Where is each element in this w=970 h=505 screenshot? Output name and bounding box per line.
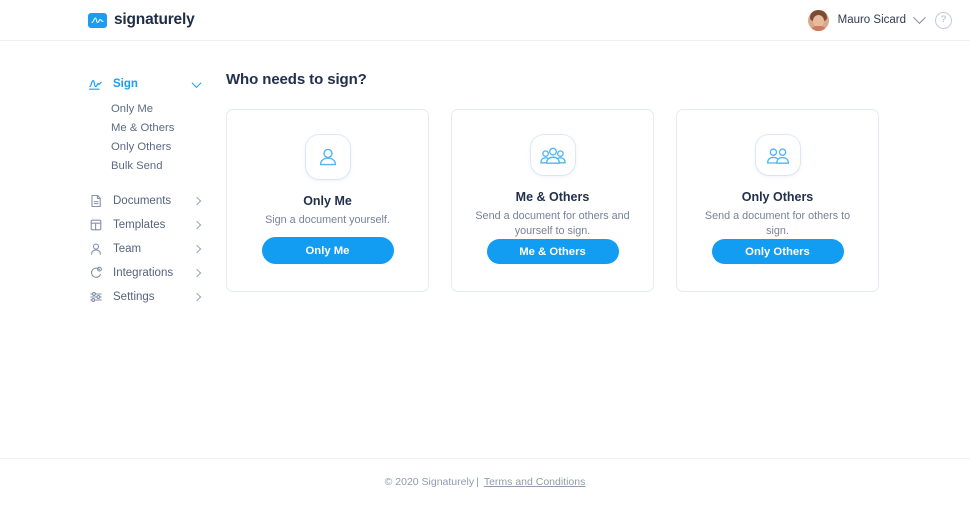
- signature-logo-icon: [88, 12, 107, 28]
- chevron-right-icon[interactable]: [192, 268, 202, 278]
- document-icon: [88, 194, 103, 209]
- card-description: Sign a document yourself.: [265, 214, 390, 226]
- avatar[interactable]: [807, 9, 829, 31]
- sliders-icon: [88, 290, 103, 305]
- chevron-right-icon[interactable]: [192, 220, 202, 230]
- three-people-icon: [530, 135, 575, 176]
- app-root: signaturely Mauro Sicard ? Sign Only Me …: [0, 0, 970, 505]
- chevron-right-icon[interactable]: [192, 292, 202, 302]
- user-icon: [88, 242, 103, 257]
- user-name: Mauro Sicard: [837, 14, 906, 26]
- sidebar-item-integrations[interactable]: Integrations: [0, 261, 226, 285]
- sidebar-subitem-only-me[interactable]: Only Me: [0, 99, 226, 118]
- single-person-icon: [305, 135, 350, 179]
- sidebar-item-settings[interactable]: Settings: [0, 285, 226, 309]
- sidebar-subitem-bulk-send[interactable]: Bulk Send: [0, 156, 226, 175]
- chevron-down-icon[interactable]: [913, 10, 926, 24]
- card-only-me[interactable]: Only Me Sign a document yourself. Only M…: [226, 109, 429, 292]
- chevron-right-icon[interactable]: [192, 244, 202, 254]
- two-people-icon: [755, 135, 800, 176]
- sidebar-item-label: Settings: [113, 291, 155, 303]
- chevron-right-icon[interactable]: [192, 196, 202, 206]
- body-area: Sign Only Me Me & Others Only Others Bul…: [0, 41, 970, 458]
- card-description: Send a document for others to sign.: [704, 210, 851, 238]
- sidebar-subitem-only-others[interactable]: Only Others: [0, 137, 226, 156]
- sidebar-subnav-sign: Only Me Me & Others Only Others Bulk Sen…: [0, 99, 226, 175]
- sidebar-subitem-me-and-others[interactable]: Me & Others: [0, 118, 226, 137]
- card-only-others[interactable]: Only Others Send a document for others t…: [676, 109, 879, 292]
- brand-name: signaturely: [114, 11, 195, 28]
- card-title: Me & Others: [515, 190, 590, 205]
- sidebar: Sign Only Me Me & Others Only Others Bul…: [0, 41, 226, 458]
- chevron-down-icon[interactable]: [191, 77, 202, 88]
- sidebar-subitem-label: Only Me: [111, 102, 154, 115]
- sidebar-item-team[interactable]: Team: [0, 237, 226, 261]
- footer-separator: |: [476, 476, 479, 488]
- sidebar-item-sign[interactable]: Sign: [0, 72, 226, 96]
- sidebar-item-label: Documents: [113, 195, 172, 207]
- only-others-button[interactable]: Only Others: [711, 239, 844, 264]
- me-and-others-button[interactable]: Me & Others: [486, 239, 619, 264]
- templates-grid-icon: [88, 218, 103, 233]
- card-title: Only Others: [741, 190, 814, 205]
- sidebar-subitem-label: Bulk Send: [111, 159, 163, 172]
- app-footer: © 2020 Signaturely | Terms and Condition…: [0, 458, 970, 505]
- help-circle-icon[interactable]: ?: [935, 11, 952, 29]
- sidebar-item-label: Sign: [113, 78, 138, 90]
- brand-logo[interactable]: signaturely: [88, 11, 195, 29]
- page-title: Who needs to sign?: [226, 71, 367, 88]
- header-right-group: Mauro Sicard ?: [807, 9, 952, 31]
- card-description: Send a document for others and yourself …: [475, 210, 630, 238]
- sidebar-item-label: Templates: [113, 219, 166, 231]
- sidebar-item-templates[interactable]: Templates: [0, 213, 226, 237]
- copyright-text: © 2020 Signaturely: [384, 476, 475, 488]
- card-list: Only Me Sign a document yourself. Only M…: [226, 109, 910, 292]
- sidebar-subitem-label: Only Others: [111, 140, 172, 153]
- sidebar-item-label: Team: [113, 243, 142, 255]
- card-title: Only Me: [303, 194, 352, 208]
- app-header: signaturely Mauro Sicard ?: [0, 0, 970, 41]
- sidebar-item-label: Integrations: [113, 267, 174, 279]
- card-me-and-others[interactable]: Me & Others Send a document for others a…: [451, 109, 654, 292]
- only-me-button[interactable]: Only Me: [261, 237, 394, 264]
- integrations-icon: [88, 266, 103, 281]
- sidebar-subitem-label: Me & Others: [111, 121, 175, 134]
- main-content: Who needs to sign? Only Me Sign a docume…: [226, 41, 970, 458]
- signature-icon: [88, 77, 103, 92]
- sidebar-item-documents[interactable]: Documents: [0, 189, 226, 213]
- terms-and-conditions-link[interactable]: Terms and Conditions: [484, 476, 586, 488]
